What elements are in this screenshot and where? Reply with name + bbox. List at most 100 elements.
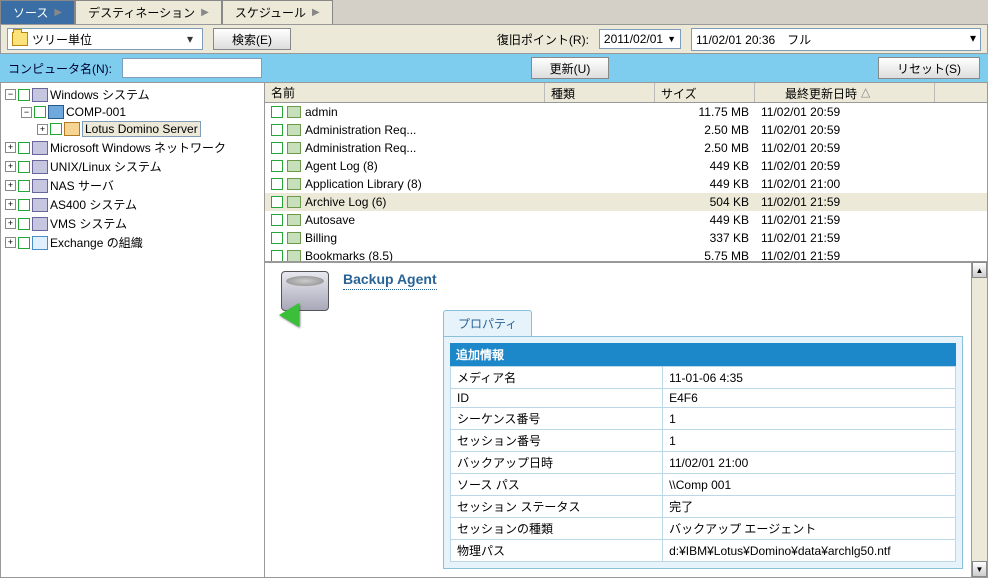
file-size: 449 KB xyxy=(655,177,755,191)
db-icon xyxy=(287,142,301,154)
chevron-down-icon[interactable]: ▼ xyxy=(667,34,676,44)
property-row: セッション番号1 xyxy=(451,430,956,452)
file-date: 11/02/01 21:59 xyxy=(755,231,935,245)
list-row[interactable]: Autosave449 KB11/02/01 21:59 xyxy=(265,211,987,229)
checkbox[interactable] xyxy=(271,160,283,172)
expand-icon[interactable]: + xyxy=(5,180,16,191)
tab-schedule-label: スケジュール xyxy=(235,4,306,21)
checkbox[interactable] xyxy=(18,180,30,192)
recovery-date-field[interactable]: 2011/02/01 ▼ xyxy=(599,29,681,49)
col-name[interactable]: 名前 xyxy=(265,83,545,102)
property-key: バックアップ日時 xyxy=(451,452,663,474)
checkbox[interactable] xyxy=(18,161,30,173)
file-date: 11/02/01 20:59 xyxy=(755,159,935,173)
scroll-up-icon[interactable]: ▲ xyxy=(972,262,987,278)
scroll-down-icon[interactable]: ▼ xyxy=(972,561,987,577)
expand-icon[interactable]: + xyxy=(5,237,16,248)
file-date: 11/02/01 21:59 xyxy=(755,195,935,209)
list-row[interactable]: Application Library (8)449 KB11/02/01 21… xyxy=(265,175,987,193)
tree-node-windows[interactable]: −Windows システム xyxy=(5,85,262,104)
list-row[interactable]: Administration Req...2.50 MB11/02/01 20:… xyxy=(265,139,987,157)
tree-node-domino[interactable]: +Lotus Domino Server xyxy=(37,120,262,138)
collapse-icon[interactable]: − xyxy=(5,89,16,100)
network-icon xyxy=(32,160,48,174)
tree-mode-combo[interactable]: ▾ xyxy=(7,28,203,50)
checkbox[interactable] xyxy=(18,218,30,230)
properties-tab[interactable]: プロパティ xyxy=(443,310,532,336)
computer-name-input[interactable] xyxy=(122,58,262,78)
checkbox[interactable] xyxy=(18,89,30,101)
checkbox[interactable] xyxy=(34,106,46,118)
tree-node-nas[interactable]: +NAS サーバ xyxy=(5,176,262,195)
file-date: 11/02/01 21:59 xyxy=(755,249,935,261)
db-icon xyxy=(287,214,301,226)
property-value: 完了 xyxy=(663,496,956,518)
file-size: 11.75 MB xyxy=(655,105,755,119)
checkbox[interactable] xyxy=(271,178,283,190)
expand-icon[interactable]: + xyxy=(5,142,16,153)
list-row[interactable]: Agent Log (8)449 KB11/02/01 20:59 xyxy=(265,157,987,175)
tree-node-exchange[interactable]: +Exchange の組織 xyxy=(5,233,262,252)
list-row[interactable]: admin11.75 MB11/02/01 20:59 xyxy=(265,103,987,121)
tree-mode-input[interactable] xyxy=(32,32,182,46)
network-icon xyxy=(32,217,48,231)
db-icon xyxy=(287,160,301,172)
expand-icon[interactable]: + xyxy=(37,124,48,135)
tree-node-msnet[interactable]: +Microsoft Windows ネットワーク xyxy=(5,138,262,157)
list-row[interactable]: Billing337 KB11/02/01 21:59 xyxy=(265,229,987,247)
list-row[interactable]: Archive Log (6)504 KB11/02/01 21:59 xyxy=(265,193,987,211)
list-row[interactable]: Bookmarks (8.5)5.75 MB11/02/01 21:59 xyxy=(265,247,987,261)
file-list[interactable]: admin 11.75 MB 11/02/01 20:59 Administratio… xyxy=(265,103,987,261)
section-title: 追加情報 xyxy=(450,343,956,366)
tab-destination[interactable]: デスティネーション▶ xyxy=(75,0,222,24)
reset-button[interactable]: リセット(S) xyxy=(878,57,980,79)
file-name: admin xyxy=(305,105,338,119)
checkbox[interactable] xyxy=(271,142,283,154)
col-type[interactable]: 種類 xyxy=(545,83,655,102)
db-icon xyxy=(287,124,301,136)
checkbox[interactable] xyxy=(18,237,30,249)
file-name: Agent Log (8) xyxy=(305,159,378,173)
search-button[interactable]: 検索(E) xyxy=(213,28,291,50)
recovery-point-combo[interactable]: 11/02/01 20:36 フル ▾ xyxy=(691,28,981,51)
checkbox[interactable] xyxy=(271,196,283,208)
checkbox[interactable] xyxy=(18,199,30,211)
tab-destination-label: デスティネーション xyxy=(88,4,195,21)
chevron-down-icon[interactable]: ▾ xyxy=(182,32,198,46)
recovery-date-value: 2011/02/01 xyxy=(604,32,663,46)
collapse-icon[interactable]: − xyxy=(21,107,32,118)
checkbox[interactable] xyxy=(271,124,283,136)
network-icon xyxy=(32,88,48,102)
property-value: \\Comp 001 xyxy=(663,474,956,496)
expand-icon[interactable]: + xyxy=(5,161,16,172)
checkbox[interactable] xyxy=(271,106,283,118)
expand-icon[interactable]: + xyxy=(5,218,16,229)
tree-node-comp001[interactable]: −COMP-001 xyxy=(21,104,262,120)
scrollbar[interactable]: ▲ ▼ xyxy=(971,262,987,577)
tree-node-vms[interactable]: +VMS システム xyxy=(5,214,262,233)
computer-name-label: コンピュータ名(N): xyxy=(8,60,112,77)
db-icon xyxy=(287,178,301,190)
checkbox[interactable] xyxy=(50,123,62,135)
tab-source[interactable]: ソース▶ xyxy=(0,0,75,24)
col-date[interactable]: 最終更新日時△ xyxy=(755,83,935,102)
property-key: ID xyxy=(451,389,663,408)
expand-icon[interactable]: + xyxy=(5,199,16,210)
file-size: 2.50 MB xyxy=(655,141,755,155)
property-row: セッションの種類バックアップ エージェント xyxy=(451,518,956,540)
property-value: 1 xyxy=(663,430,956,452)
file-size: 449 KB xyxy=(655,213,755,227)
tree-node-unix[interactable]: +UNIX/Linux システム xyxy=(5,157,262,176)
checkbox[interactable] xyxy=(271,232,283,244)
checkbox[interactable] xyxy=(271,214,283,226)
tree-node-as400[interactable]: +AS400 システム xyxy=(5,195,262,214)
tab-schedule[interactable]: スケジュール▶ xyxy=(222,0,333,24)
list-row[interactable]: Administration Req...2.50 MB11/02/01 20:… xyxy=(265,121,987,139)
tree-pane[interactable]: −Windows システム −COMP-001 +Lotus Domino Se… xyxy=(0,82,265,578)
update-button[interactable]: 更新(U) xyxy=(531,57,610,79)
checkbox[interactable] xyxy=(271,250,283,261)
property-key: シーケンス番号 xyxy=(451,408,663,430)
checkbox[interactable] xyxy=(18,142,30,154)
col-size[interactable]: サイズ xyxy=(655,83,755,102)
chevron-down-icon[interactable]: ▾ xyxy=(970,31,976,48)
